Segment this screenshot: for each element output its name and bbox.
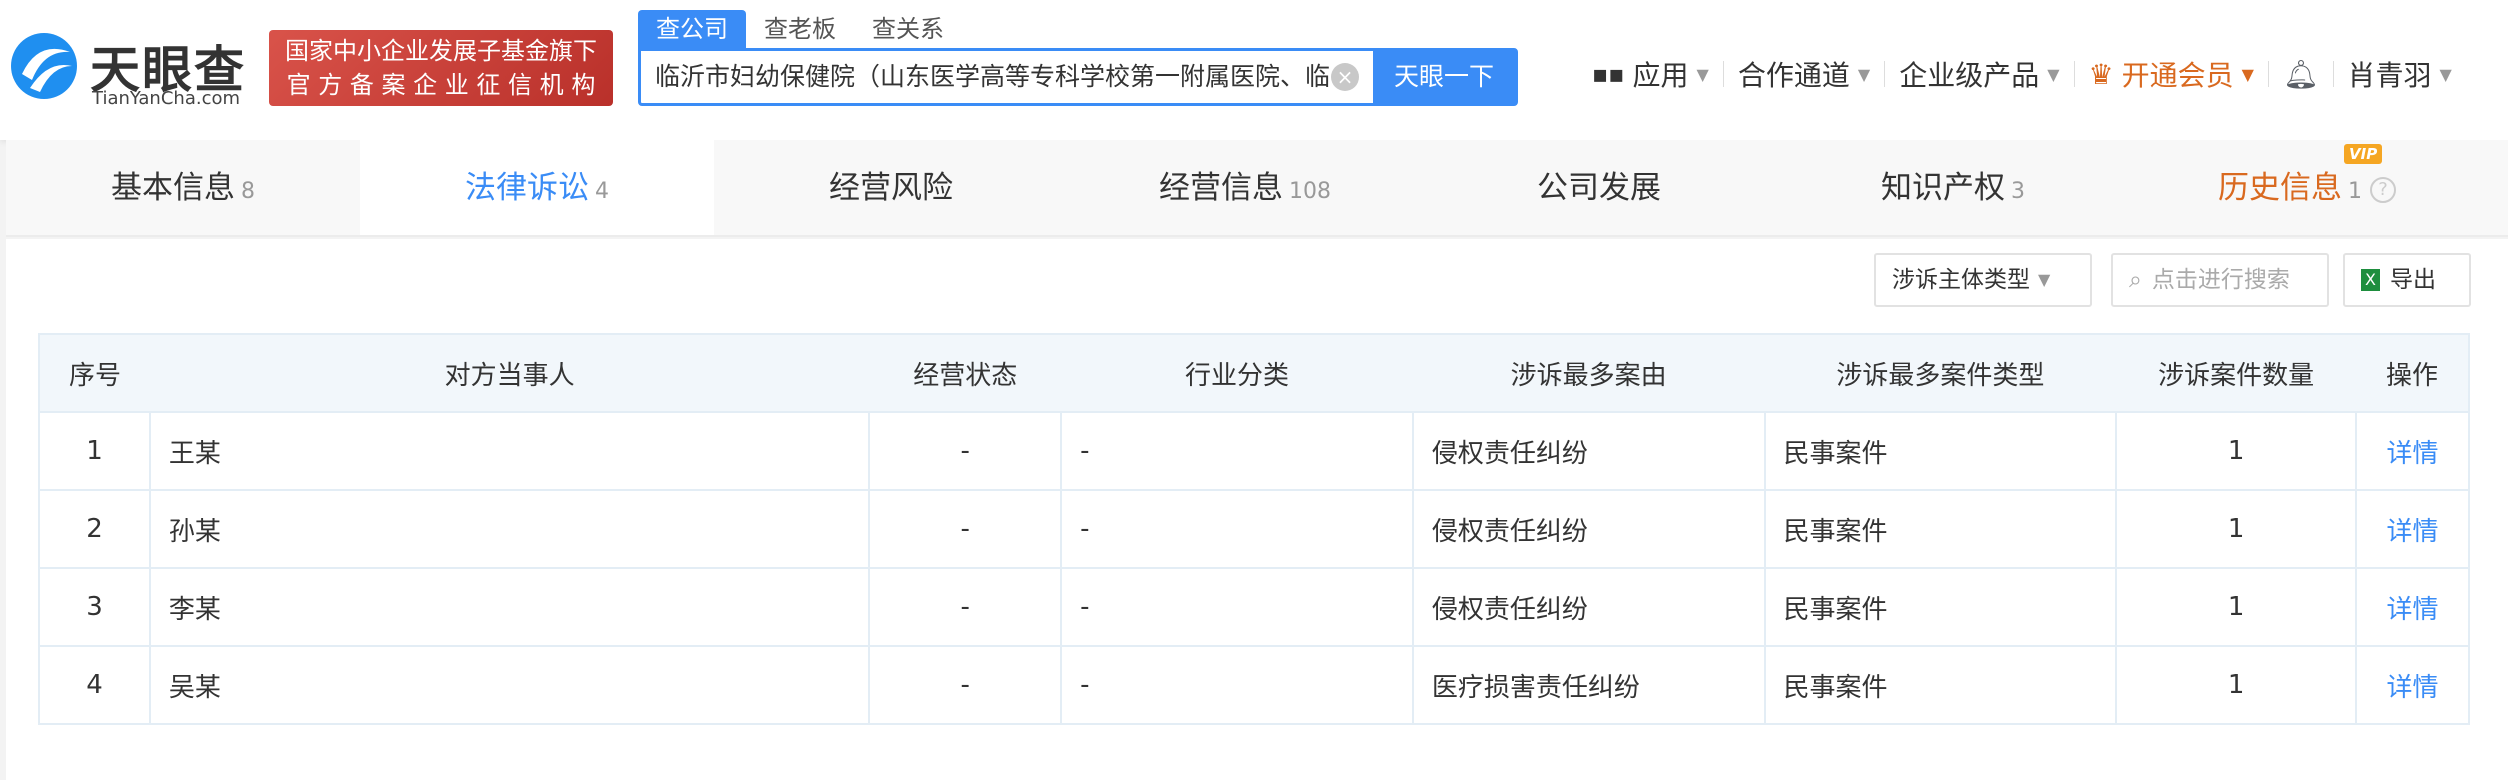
party-name: 王某 xyxy=(148,411,871,491)
caret-down-icon: ▼ xyxy=(2439,64,2452,84)
search-type-tabs: 查公司 查老板 查关系 xyxy=(638,10,962,48)
litigation-table: 序号 对方当事人 经营状态 行业分类 涉诉最多案由 涉诉最多案件类型 涉诉案件数… xyxy=(38,333,2470,725)
tianyancha-logo[interactable]: 天眼查 TianYanCha.com xyxy=(8,30,258,110)
row-index: 1 xyxy=(38,411,151,491)
top-cause: 医疗损害责任纠纷 xyxy=(1411,645,1766,725)
party-name: 李某 xyxy=(148,567,871,647)
tab-history[interactable]: 历史信息 1? xyxy=(2130,140,2484,235)
col-count: 涉诉案件数量 xyxy=(2116,334,2357,413)
excel-icon: X xyxy=(2361,269,2380,291)
top-cause: 侵权责任纠纷 xyxy=(1411,489,1766,569)
top-header: 天眼查 TianYanCha.com 国家中小企业发展子基金旗下 官 方 备 案… xyxy=(0,0,2508,140)
top-case-type: 民事案件 xyxy=(1763,567,2118,647)
search-input[interactable]: 临沂市妇幼保健院（山东医学高等专科学校第一附属医院、临沂 xyxy=(641,51,1331,103)
industry: - xyxy=(1060,411,1414,491)
clear-icon[interactable]: × xyxy=(1331,63,1359,91)
top-case-type: 民事案件 xyxy=(1763,411,2118,491)
case-count: 1 xyxy=(2115,645,2358,725)
row-index: 4 xyxy=(38,645,151,725)
caret-down-icon: ▼ xyxy=(2038,270,2051,289)
tab-development[interactable]: 公司发展 xyxy=(1422,140,1776,235)
table-header: 序号 对方当事人 经营状态 行业分类 涉诉最多案由 涉诉最多案件类型 涉诉案件数… xyxy=(39,334,2469,413)
tab-ip[interactable]: 知识产权 3 xyxy=(1776,140,2130,235)
search-icon: ⌕ xyxy=(2129,267,2142,293)
detail-link[interactable]: 详情 xyxy=(2355,411,2470,491)
tab-risk[interactable]: 经营风险 xyxy=(714,140,1068,235)
search-button[interactable]: 天眼一下 xyxy=(1373,51,1515,103)
top-cause: 侵权责任纠纷 xyxy=(1411,567,1766,647)
notification-bell-icon[interactable]: 🔔︎ xyxy=(2269,58,2333,91)
crown-icon: ♛ xyxy=(2088,57,2114,91)
search-box: 临沂市妇幼保健院（山东医学高等专科学校第一附属医院、临沂 × 天眼一下 xyxy=(638,48,1518,106)
party-name: 吴某 xyxy=(148,645,871,725)
help-icon[interactable]: ? xyxy=(2370,176,2396,203)
table-search-input[interactable]: ⌕ 点击进行搜索 xyxy=(2111,253,2329,307)
tab-search-boss[interactable]: 查老板 xyxy=(746,10,854,48)
tab-operation[interactable]: 经营信息 108 xyxy=(1068,140,1422,235)
table-row: 4 吴某 - - 医疗损害责任纠纷 民事案件 1 详情 xyxy=(38,645,2470,725)
official-badge: 国家中小企业发展子基金旗下 官 方 备 案 企 业 征 信 机 构 xyxy=(269,30,613,106)
top-cause: 侵权责任纠纷 xyxy=(1411,411,1766,491)
caret-down-icon: ▼ xyxy=(1857,64,1871,84)
nav-vip[interactable]: ♛ 开通会员 ▼ xyxy=(2075,54,2268,94)
col-index: 序号 xyxy=(39,334,150,413)
row-index: 3 xyxy=(38,567,151,647)
business-status: - xyxy=(868,567,1063,647)
tab-legal[interactable]: 法律诉讼 4 xyxy=(360,140,714,235)
caret-down-icon: ▼ xyxy=(2241,64,2254,84)
party-name: 孙某 xyxy=(148,489,871,569)
top-case-type: 民事案件 xyxy=(1763,645,2118,725)
col-status: 经营状态 xyxy=(869,334,1062,413)
tab-search-company[interactable]: 查公司 xyxy=(638,10,746,48)
tab-basic-info[interactable]: 基本信息 8 xyxy=(6,140,360,235)
industry: - xyxy=(1060,567,1414,647)
nav-partner[interactable]: 合作通道 ▼ xyxy=(1724,54,1884,94)
tab-search-relation[interactable]: 查关系 xyxy=(854,10,962,48)
export-button[interactable]: X 导出 xyxy=(2343,253,2471,307)
top-case-type: 民事案件 xyxy=(1763,489,2118,569)
caret-down-icon: ▼ xyxy=(2047,64,2060,84)
business-status: - xyxy=(868,411,1063,491)
business-status: - xyxy=(868,489,1063,569)
case-count: 1 xyxy=(2115,489,2358,569)
subject-type-filter[interactable]: 涉诉主体类型 ▼ xyxy=(1874,253,2092,307)
nav-user[interactable]: 肖青羽 ▼ xyxy=(2334,54,2466,94)
table-row: 3 李某 - - 侵权责任纠纷 民事案件 1 详情 xyxy=(38,567,2470,647)
nav-apps[interactable]: ▪▪ 应用 ▼ xyxy=(1578,54,1723,94)
industry: - xyxy=(1060,645,1414,725)
detail-link[interactable]: 详情 xyxy=(2355,645,2470,725)
col-cause: 涉诉最多案由 xyxy=(1412,334,1765,413)
table-row: 2 孙某 - - 侵权责任纠纷 民事案件 1 详情 xyxy=(38,489,2470,569)
caret-down-icon: ▼ xyxy=(1696,64,1709,84)
vip-badge: VIP xyxy=(2344,144,2383,164)
top-nav: ▪▪ 应用 ▼ 合作通道 ▼ 企业级产品 ▼ ♛ 开通会员 ▼ 🔔︎ 肖青羽 ▼ xyxy=(1578,54,2466,94)
case-count: 1 xyxy=(2115,411,2358,491)
industry: - xyxy=(1060,489,1414,569)
col-action: 操作 xyxy=(2356,334,2469,413)
col-industry: 行业分类 xyxy=(1061,334,1413,413)
logo-icon xyxy=(11,33,77,99)
table-row: 1 王某 - - 侵权责任纠纷 民事案件 1 详情 xyxy=(38,411,2470,491)
business-status: - xyxy=(868,645,1063,725)
nav-enterprise[interactable]: 企业级产品 ▼ xyxy=(1885,54,2073,94)
case-count: 1 xyxy=(2115,567,2358,647)
grid-icon: ▪▪ xyxy=(1592,60,1625,88)
detail-link[interactable]: 详情 xyxy=(2355,567,2470,647)
row-index: 2 xyxy=(38,489,151,569)
section-tabs: 基本信息 8 法律诉讼 4 经营风险 经营信息 108 公司发展 知识产权 3 历史信息… xyxy=(6,140,2508,237)
col-case-type: 涉诉最多案件类型 xyxy=(1764,334,2117,413)
col-party: 对方当事人 xyxy=(149,334,870,413)
detail-link[interactable]: 详情 xyxy=(2355,489,2470,569)
